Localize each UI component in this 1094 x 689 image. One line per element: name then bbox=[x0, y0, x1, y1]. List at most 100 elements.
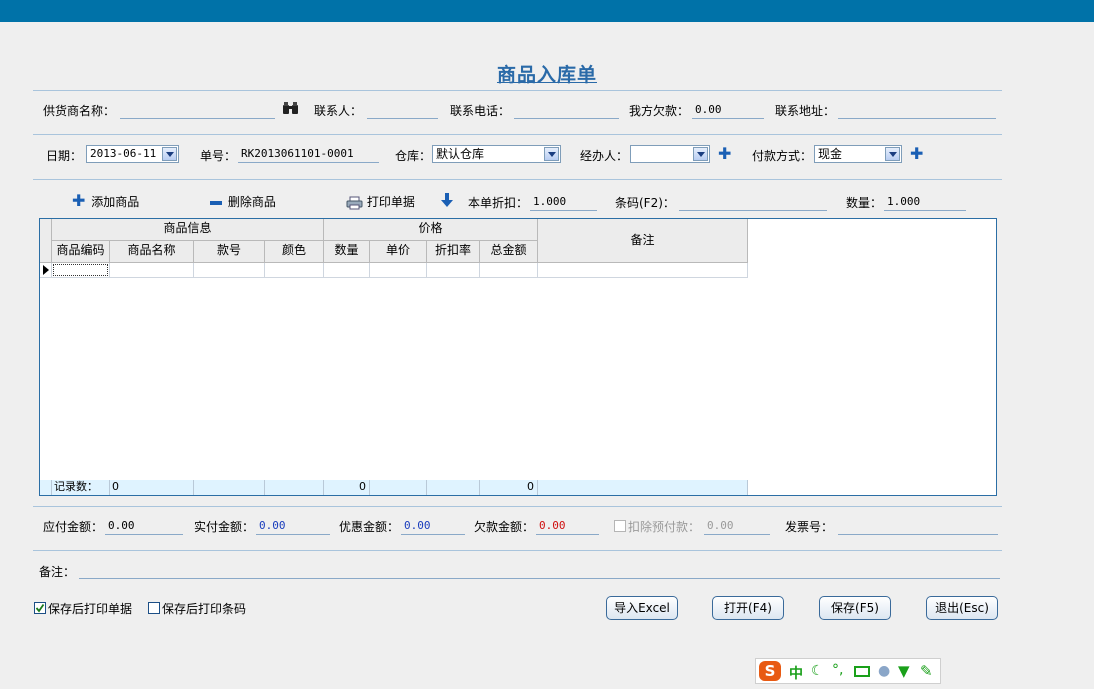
owed-label: 欠款金额： bbox=[474, 520, 535, 534]
quantity-input[interactable]: 1.000 bbox=[884, 193, 966, 211]
footer-cell bbox=[194, 480, 265, 495]
column-header-code[interactable]: 商品编码 bbox=[52, 241, 110, 263]
binoculars-search-icon[interactable] bbox=[282, 101, 299, 118]
print-label: 打印单据 bbox=[366, 195, 415, 209]
date-picker[interactable]: 2013-06-11 bbox=[86, 145, 179, 163]
barcode-input[interactable] bbox=[679, 193, 827, 211]
table-cell[interactable] bbox=[370, 263, 427, 278]
footer-cell bbox=[265, 480, 324, 495]
punctuation-icon[interactable]: °, bbox=[832, 662, 843, 678]
footer-spacer bbox=[40, 480, 52, 495]
row-indicator[interactable] bbox=[40, 263, 52, 278]
handler-select[interactable] bbox=[630, 145, 710, 163]
chevron-down-icon[interactable] bbox=[693, 147, 708, 161]
payment-value: 现金 bbox=[818, 147, 843, 161]
cell-focus bbox=[53, 264, 108, 276]
divider bbox=[33, 550, 1002, 551]
add-payment-plus-icon[interactable]: ✚ bbox=[910, 146, 923, 162]
exit-button[interactable]: 退出(Esc) bbox=[926, 596, 998, 620]
column-header-quantity[interactable]: 数量 bbox=[324, 241, 370, 263]
grid-corner bbox=[40, 219, 52, 263]
chevron-down-icon[interactable] bbox=[544, 147, 559, 161]
footer-cell bbox=[538, 480, 748, 495]
group-header-product: 商品信息 bbox=[52, 219, 324, 241]
column-header-total[interactable]: 总金额 bbox=[480, 241, 538, 263]
chinese-mode-toggle[interactable]: 中 bbox=[789, 663, 803, 683]
debt-value: 0.00 bbox=[692, 101, 764, 119]
window-title-bar bbox=[0, 0, 1094, 22]
remark-input[interactable] bbox=[79, 561, 1000, 579]
wrench-icon[interactable]: ✎ bbox=[920, 662, 933, 680]
order-number-label: 单号： bbox=[200, 149, 237, 163]
divider bbox=[33, 179, 1002, 180]
chevron-down-icon[interactable] bbox=[162, 147, 177, 161]
print-doc-checkbox[interactable] bbox=[34, 602, 46, 614]
column-header-discount-rate[interactable]: 折扣率 bbox=[427, 241, 480, 263]
table-cell[interactable] bbox=[52, 263, 110, 278]
import-excel-button[interactable]: 导入Excel bbox=[606, 596, 678, 620]
table-cell[interactable] bbox=[110, 263, 194, 278]
add-product-button[interactable]: ✚ 添加商品 bbox=[72, 193, 140, 210]
print-barcode-checkbox[interactable] bbox=[148, 602, 160, 614]
print-button[interactable]: 打印单据 bbox=[346, 193, 415, 209]
page-title: 商品入库单 bbox=[496, 64, 597, 86]
product-grid[interactable]: 商品信息 价格 备注 商品编码 商品名称 款号 颜色 数量 单价 折扣率 总金额… bbox=[39, 218, 997, 496]
table-cell[interactable] bbox=[265, 263, 324, 278]
column-header-unit-price[interactable]: 单价 bbox=[370, 241, 427, 263]
supplier-input[interactable] bbox=[120, 101, 275, 119]
paid-input[interactable]: 0.00 bbox=[256, 517, 330, 535]
column-header-name[interactable]: 商品名称 bbox=[110, 241, 194, 263]
minus-icon bbox=[210, 200, 222, 205]
moon-icon[interactable]: ☾ bbox=[811, 663, 824, 679]
address-label: 联系地址： bbox=[775, 104, 836, 118]
warehouse-select[interactable]: 默认仓库 bbox=[432, 145, 561, 163]
sogou-logo-icon[interactable]: S bbox=[759, 661, 781, 681]
invoice-label: 发票号： bbox=[785, 520, 834, 534]
footer-cell bbox=[427, 480, 480, 495]
chevron-down-icon[interactable] bbox=[885, 147, 900, 161]
contact-input[interactable] bbox=[367, 101, 438, 119]
table-cell[interactable] bbox=[427, 263, 480, 278]
barcode-label: 条码(F2)： bbox=[615, 196, 675, 210]
checkmark-icon bbox=[35, 603, 45, 613]
address-input[interactable] bbox=[838, 101, 996, 119]
print-barcode-label[interactable]: 保存后打印条码 bbox=[162, 600, 246, 617]
handler-label: 经办人： bbox=[580, 149, 629, 163]
add-handler-plus-icon[interactable]: ✚ bbox=[718, 146, 731, 162]
payment-select[interactable]: 现金 bbox=[814, 145, 902, 163]
ime-toolbar[interactable]: S 中 ☾ °, ● ▼ ✎ bbox=[755, 658, 941, 684]
keyboard-icon[interactable] bbox=[854, 666, 870, 677]
open-button[interactable]: 打开(F4) bbox=[712, 596, 784, 620]
table-cell[interactable] bbox=[324, 263, 370, 278]
debt-label: 我方欠款： bbox=[629, 104, 690, 118]
remark-label: 备注： bbox=[39, 565, 76, 579]
column-header-color[interactable]: 颜色 bbox=[265, 241, 324, 263]
deduct-prepayment-checkbox[interactable] bbox=[614, 520, 626, 532]
discount-amount-label: 优惠金额： bbox=[339, 520, 400, 534]
delete-product-button[interactable]: 删除商品 bbox=[210, 193, 276, 209]
footer-cell bbox=[370, 480, 427, 495]
column-header-remark[interactable]: 备注 bbox=[538, 219, 748, 263]
warehouse-value: 默认仓库 bbox=[436, 147, 485, 161]
column-header-style-no[interactable]: 款号 bbox=[194, 241, 265, 263]
user-icon[interactable]: ● bbox=[878, 663, 890, 679]
deduct-prepayment-label: 扣除预付款： bbox=[628, 520, 701, 534]
add-product-label: 添加商品 bbox=[91, 195, 140, 209]
delete-product-label: 删除商品 bbox=[227, 195, 276, 209]
payable-value: 0.00 bbox=[105, 517, 183, 535]
discount-amount-input[interactable]: 0.00 bbox=[401, 517, 465, 535]
footer-quantity-sum: 0 bbox=[324, 480, 370, 495]
footer-record-count: 0 bbox=[110, 480, 194, 495]
footer-total-sum: 0 bbox=[480, 480, 538, 495]
table-cell[interactable] bbox=[194, 263, 265, 278]
discount-input[interactable]: 1.000 bbox=[530, 193, 597, 211]
invoice-input[interactable] bbox=[838, 517, 998, 535]
table-cell[interactable] bbox=[538, 263, 748, 278]
save-button[interactable]: 保存(F5) bbox=[819, 596, 891, 620]
table-cell[interactable] bbox=[480, 263, 538, 278]
print-doc-label[interactable]: 保存后打印单据 bbox=[48, 600, 132, 617]
phone-input[interactable] bbox=[514, 101, 619, 119]
divider bbox=[33, 90, 1002, 91]
skin-shirt-icon[interactable]: ▼ bbox=[898, 662, 910, 680]
arrow-down-icon[interactable] bbox=[441, 192, 453, 211]
